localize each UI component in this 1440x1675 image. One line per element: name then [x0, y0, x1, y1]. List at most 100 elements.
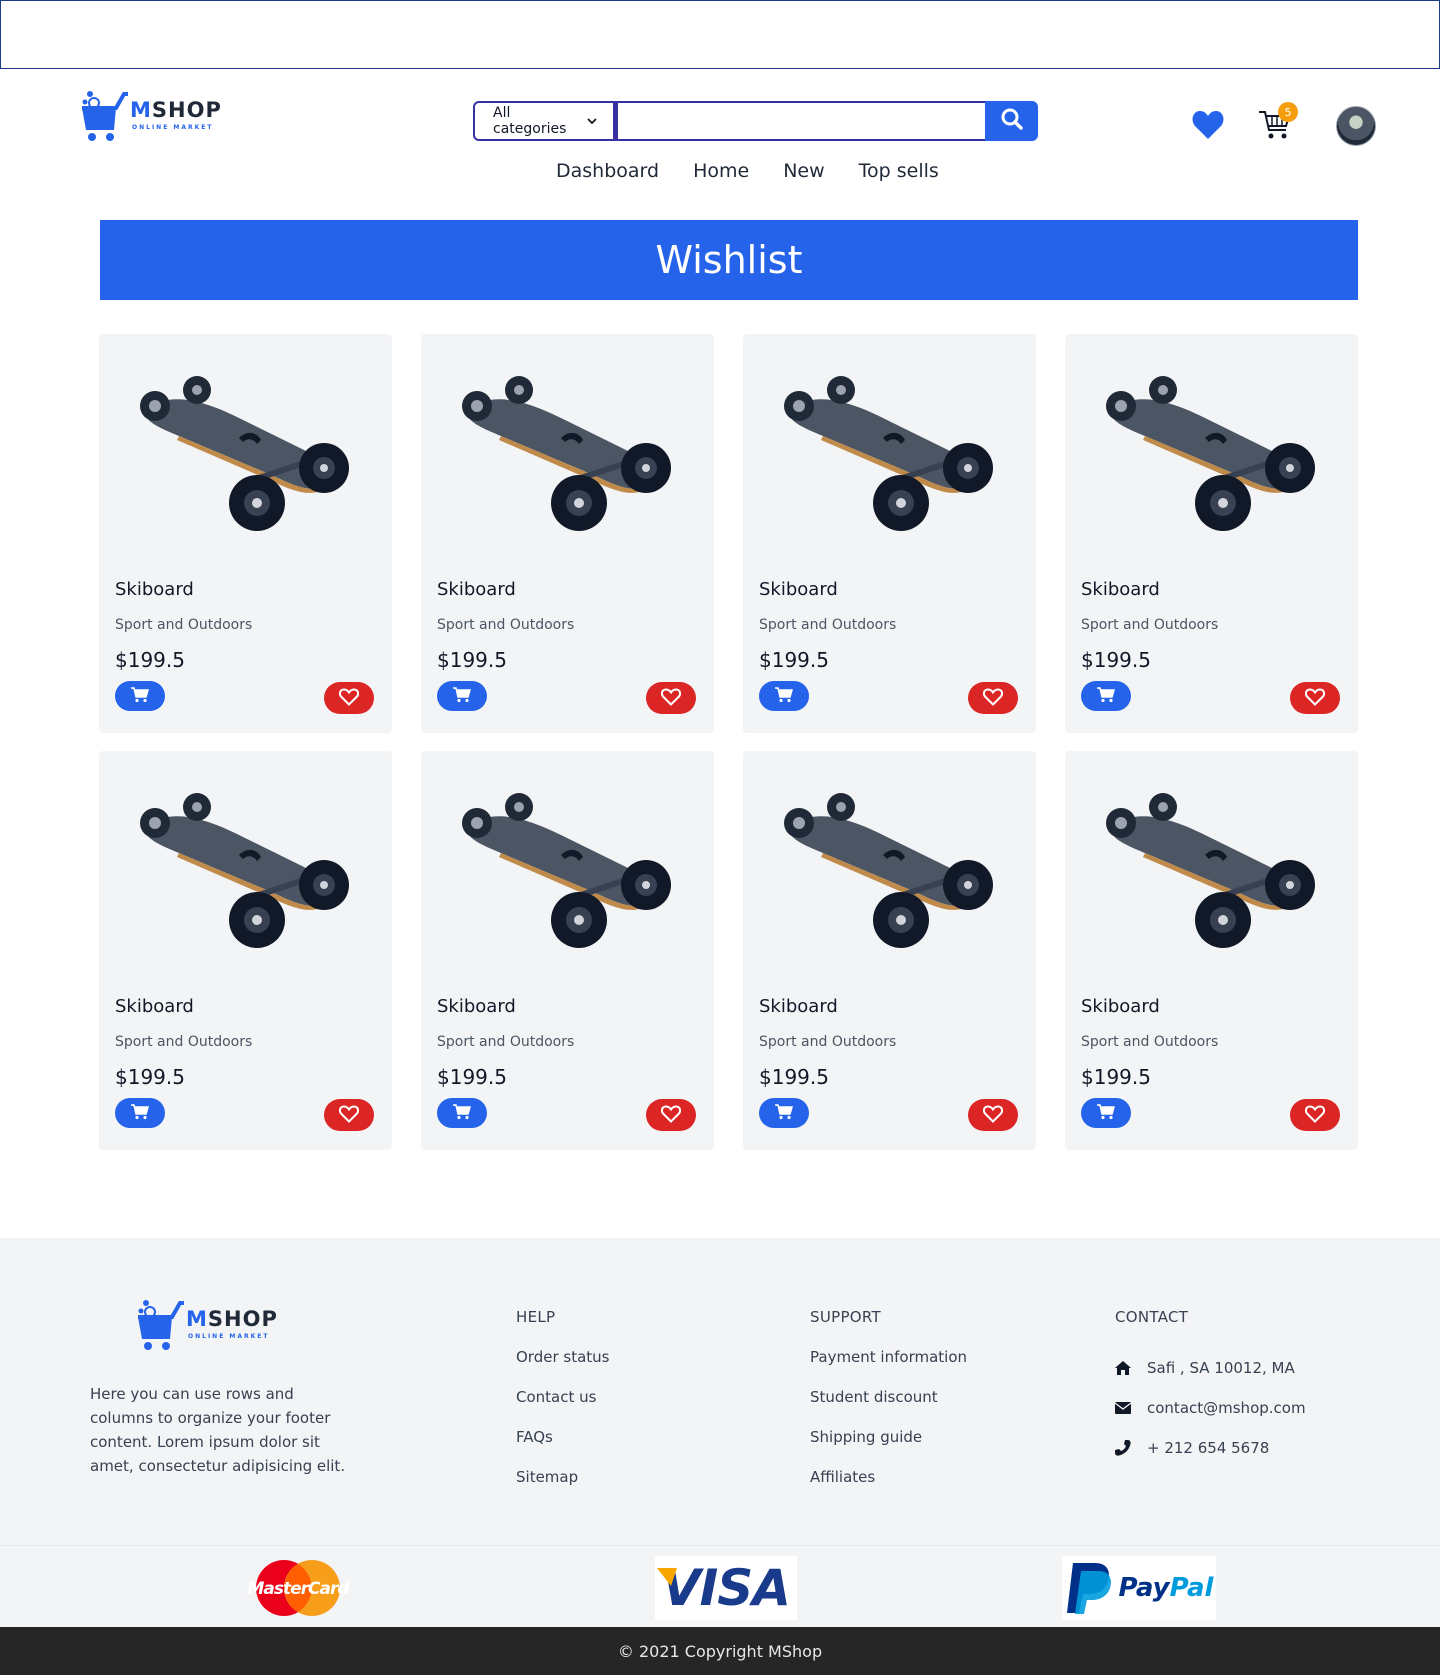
- avatar[interactable]: [1336, 106, 1376, 146]
- contact-phone-text: + 212 654 5678: [1147, 1439, 1270, 1457]
- page-title: Wishlist: [100, 220, 1358, 300]
- category-select-value: All categories: [493, 105, 567, 137]
- footer-link-sitemap[interactable]: Sitemap: [516, 1468, 610, 1508]
- product-price: $199.5: [1081, 1065, 1151, 1089]
- product-card: Skiboard Sport and Outdoors $199.5: [743, 334, 1036, 733]
- envelope-icon: [1115, 1402, 1147, 1414]
- contact-email[interactable]: contact@mshop.com: [1115, 1388, 1306, 1428]
- product-price: $199.5: [759, 648, 829, 672]
- product-category: Sport and Outdoors: [437, 617, 575, 633]
- copyright: © 2021 Copyright MShop: [0, 1627, 1440, 1675]
- contact-email-text: contact@mshop.com: [1147, 1399, 1306, 1417]
- product-image[interactable]: [1095, 785, 1325, 955]
- remove-from-wishlist-button[interactable]: [324, 682, 374, 714]
- remove-from-wishlist-button[interactable]: [1290, 1099, 1340, 1131]
- product-category: Sport and Outdoors: [437, 1034, 575, 1050]
- add-to-cart-button[interactable]: [437, 681, 487, 711]
- site-logo[interactable]: MSHOP ONLINE MARKET: [80, 88, 222, 142]
- product-name: Skiboard: [759, 579, 838, 600]
- product-name: Skiboard: [437, 996, 516, 1017]
- nav-dashboard[interactable]: Dashboard: [556, 160, 659, 182]
- product-category: Sport and Outdoors: [759, 1034, 897, 1050]
- nav-top-sells[interactable]: Top sells: [859, 160, 939, 182]
- chevron-down-icon: [587, 113, 597, 129]
- footer-brand-tagline: ONLINE MARKET: [188, 1332, 270, 1340]
- footer-link-faqs[interactable]: FAQs: [516, 1428, 610, 1468]
- product-category: Sport and Outdoors: [115, 1034, 253, 1050]
- cart-icon: [775, 686, 793, 706]
- phone-icon: [1115, 1440, 1147, 1456]
- remove-from-wishlist-button[interactable]: [1290, 682, 1340, 714]
- heart-icon: [982, 687, 1004, 709]
- remove-from-wishlist-button[interactable]: [646, 1099, 696, 1131]
- product-image[interactable]: [773, 368, 1003, 538]
- product-card: Skiboard Sport and Outdoors $199.5: [1065, 334, 1358, 733]
- product-card: Skiboard Sport and Outdoors $199.5: [743, 751, 1036, 1150]
- product-name: Skiboard: [437, 579, 516, 600]
- cart-icon: [453, 686, 471, 706]
- wishlist-heart-icon[interactable]: [1192, 110, 1224, 144]
- remove-from-wishlist-button[interactable]: [324, 1099, 374, 1131]
- footer-help-title: HELP: [516, 1308, 556, 1326]
- product-image[interactable]: [451, 785, 681, 955]
- remove-from-wishlist-button[interactable]: [968, 1099, 1018, 1131]
- product-image[interactable]: [129, 368, 359, 538]
- paypal-wordmark: PayPal: [1118, 1573, 1214, 1603]
- product-category: Sport and Outdoors: [759, 617, 897, 633]
- contact-phone[interactable]: + 212 654 5678: [1115, 1428, 1306, 1468]
- contact-address-text: Safi , SA 10012, MA: [1147, 1359, 1295, 1377]
- heart-icon: [660, 1104, 682, 1126]
- product-card: Skiboard Sport and Outdoors $199.5: [99, 751, 392, 1150]
- footer-link-contact-us[interactable]: Contact us: [516, 1388, 610, 1428]
- add-to-cart-button[interactable]: [1081, 1098, 1131, 1128]
- add-to-cart-button[interactable]: [1081, 681, 1131, 711]
- product-name: Skiboard: [1081, 996, 1160, 1017]
- add-to-cart-button[interactable]: [437, 1098, 487, 1128]
- main-nav: Dashboard Home New Top sells: [556, 160, 939, 182]
- add-to-cart-button[interactable]: [115, 1098, 165, 1128]
- cart-icon[interactable]: 5: [1257, 102, 1298, 142]
- cart-icon: [131, 686, 149, 706]
- product-image[interactable]: [129, 785, 359, 955]
- search-button[interactable]: [985, 101, 1038, 141]
- footer-link-order-status[interactable]: Order status: [516, 1348, 610, 1388]
- remove-from-wishlist-button[interactable]: [968, 682, 1018, 714]
- footer-logo[interactable]: MSHOP ONLINE MARKET: [136, 1297, 278, 1351]
- product-price: $199.5: [759, 1065, 829, 1089]
- product-category: Sport and Outdoors: [115, 617, 253, 633]
- product-image[interactable]: [451, 368, 681, 538]
- add-to-cart-button[interactable]: [759, 681, 809, 711]
- product-image[interactable]: [773, 785, 1003, 955]
- product-card: Skiboard Sport and Outdoors $199.5: [99, 334, 392, 733]
- product-image[interactable]: [1095, 368, 1325, 538]
- footer-brand-name: MSHOP: [186, 1306, 278, 1331]
- footer-contact-column: CONTACT Safi , SA 10012, MA contact@msho…: [1115, 1308, 1306, 1468]
- search-input[interactable]: [615, 101, 985, 141]
- cart-icon: [453, 1103, 471, 1123]
- brand-tagline: ONLINE MARKET: [132, 123, 214, 131]
- product-name: Skiboard: [115, 579, 194, 600]
- nav-home[interactable]: Home: [693, 160, 749, 182]
- footer-about: Here you can use rows and columns to org…: [90, 1385, 346, 1475]
- add-to-cart-button[interactable]: [115, 681, 165, 711]
- footer-link-student-discount[interactable]: Student discount: [810, 1388, 967, 1428]
- footer-support-title: SUPPORT: [810, 1308, 881, 1326]
- mastercard-wordmark: MasterCard: [247, 1579, 350, 1599]
- nav-new[interactable]: New: [783, 160, 824, 182]
- footer-link-shipping-guide[interactable]: Shipping guide: [810, 1428, 967, 1468]
- product-price: $199.5: [437, 1065, 507, 1089]
- remove-from-wishlist-button[interactable]: [646, 682, 696, 714]
- paypal-logo: PayPal: [1062, 1556, 1216, 1620]
- search-bar: All categories: [473, 101, 1038, 141]
- add-to-cart-button[interactable]: [759, 1098, 809, 1128]
- product-price: $199.5: [115, 1065, 185, 1089]
- cart-logo-icon: [136, 1297, 186, 1351]
- category-select[interactable]: All categories: [473, 101, 615, 141]
- heart-icon: [338, 687, 360, 709]
- visa-logo: VISA: [655, 1556, 797, 1620]
- footer-link-affiliates[interactable]: Affiliates: [810, 1468, 967, 1508]
- heart-icon: [1304, 687, 1326, 709]
- footer-support-column: SUPPORT Payment information Student disc…: [810, 1308, 967, 1508]
- cart-icon: [775, 1103, 793, 1123]
- footer-link-payment-information[interactable]: Payment information: [810, 1348, 967, 1388]
